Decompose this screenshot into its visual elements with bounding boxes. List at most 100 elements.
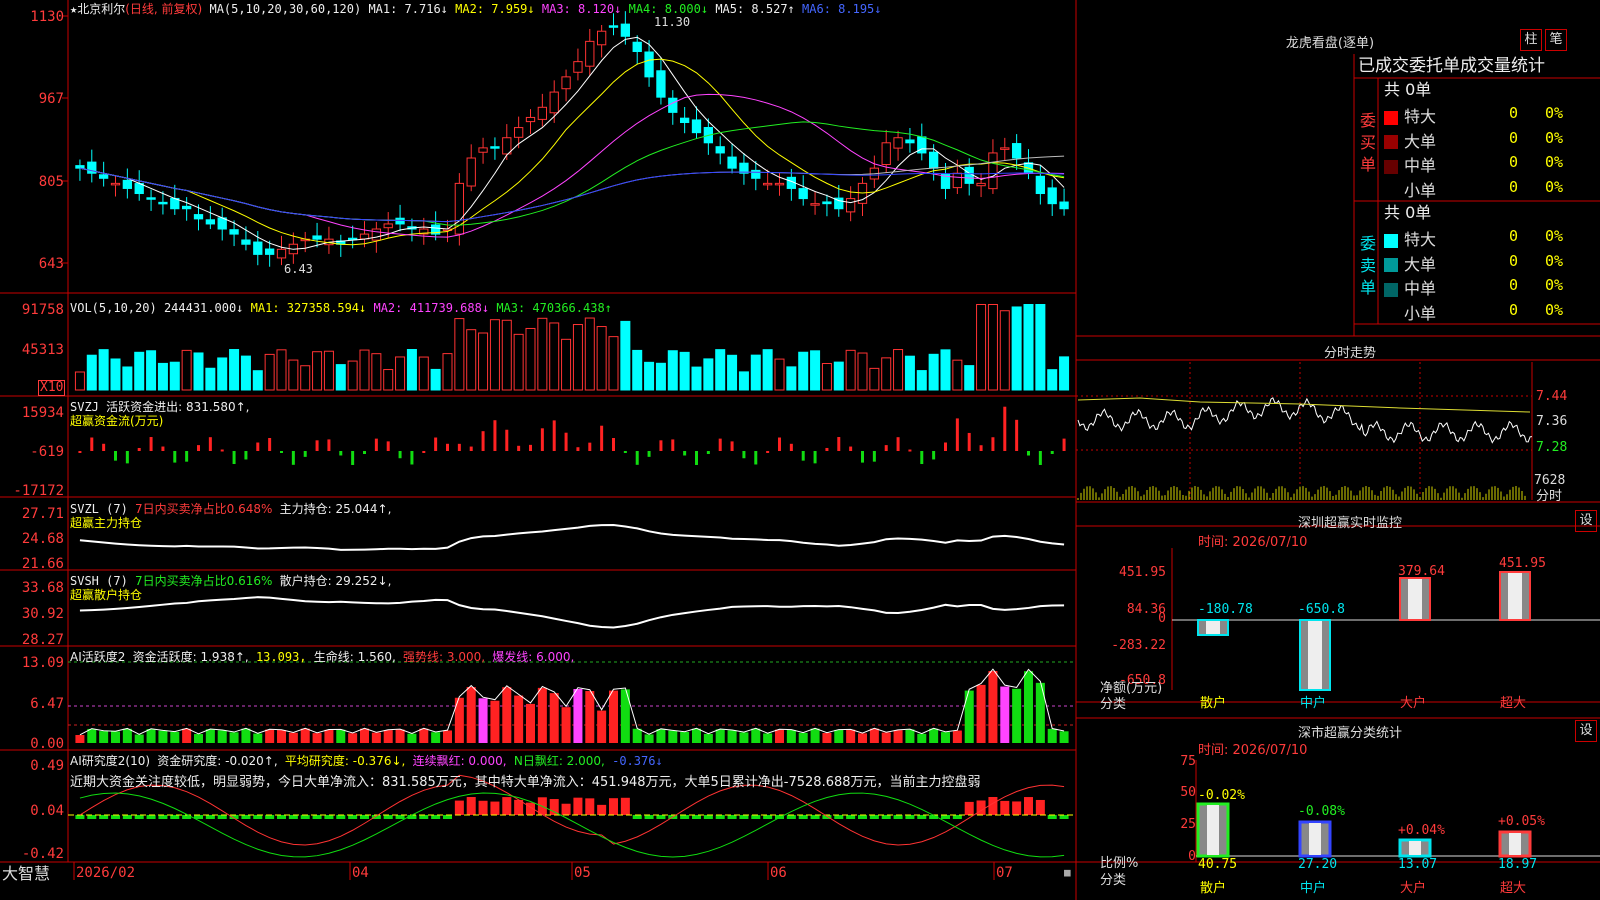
volume-bar [157,362,168,391]
activity-bar [561,707,571,743]
classstat-axis-label: 25 [1180,817,1196,832]
research-bar [597,804,607,815]
buy-row: 大单 [1384,128,1436,152]
classstat-bar-highlight [1207,805,1219,855]
volume-bar [478,332,489,391]
flow-bar [327,439,331,451]
flow-bar [517,445,521,451]
monitor-cat-label: 分类 [1100,697,1127,712]
row-value: 0 [1509,300,1519,319]
candle-body [822,201,832,205]
activity-bar [786,729,796,743]
classstat-settings-button[interactable]: 设 [1575,720,1597,742]
research-bar [549,799,559,815]
research-bar [846,815,856,819]
research-bar [1012,801,1022,815]
candle-body [656,70,666,98]
candle-body [691,119,702,134]
svsh-axis-label: 28.27 [21,632,64,648]
flow-bar [647,451,651,457]
monitor-settings-button[interactable]: 设 [1575,510,1597,532]
monitor-axis-label: 0 [1158,611,1166,626]
vol-header: VOL(5,10,20) 244431.000↓ MA1: 327358.594… [70,301,612,315]
flow-bar [884,445,888,451]
activity-bar [241,728,251,743]
volume-bar [845,349,856,391]
row-percent: 0% [1545,104,1564,122]
candle-body [193,214,204,220]
volume-bar [549,322,560,391]
candle-body [241,239,251,245]
research-bar [893,815,903,819]
ai1-axis-label: 0.00 [30,736,64,752]
volume-bar [430,368,441,391]
flow-bar [351,451,355,465]
row-percent: 0% [1545,153,1564,171]
ai1-t3: 生命线: 1.560, [313,650,396,664]
buy-total: 共 0单 [1384,80,1432,99]
vol-axis-label: 45313 [21,342,64,358]
candle-body [75,165,85,169]
candle-body [146,197,156,200]
volume-bar [122,366,133,391]
activity-bar [703,733,713,743]
flow-bar [268,437,272,451]
flow-bar [576,447,580,451]
buy-row: 特大 [1384,103,1436,127]
volume-bar [205,367,216,391]
candle-body [253,241,263,255]
buy-row: 小单 [1384,177,1436,201]
ai2-header: AI研究度2(10) 资金研究度: -0.020↑, 平均研究度: -0.376… [70,752,663,769]
svsh-axis-label: 30.92 [21,606,64,622]
research-bar [656,815,666,819]
ai1-t5: 爆发线: 6.000, [492,650,575,664]
candle-body [395,217,405,225]
research-bar [466,797,476,815]
ai2-axis-label: 0.49 [30,758,64,774]
svzj-axis-label: 15934 [21,405,64,421]
volume-bar [252,370,263,391]
row-name: 中单 [1404,156,1437,175]
volume-bar [525,327,536,391]
volume-bar [537,317,548,391]
classstat-unit: 比例% [1100,856,1139,871]
dragon-subtitle: 已成交委托单成交量统计 [1358,56,1545,76]
research-bar [739,815,749,819]
activity-bar [146,729,156,743]
volume-bar [715,349,726,391]
tick-button[interactable]: 笔 [1545,29,1567,51]
flow-bar [861,451,864,463]
research-bar [715,815,725,819]
sell-row: 中单 [1384,275,1436,299]
chart-mode[interactable]: (日线, 前复权) [125,2,202,16]
ai1-axis-label: 6.47 [30,696,64,712]
vol-unit[interactable]: X10 [38,380,66,396]
activity-bar [312,733,322,743]
lock-icon[interactable]: ■ [1064,866,1071,880]
research-bar [869,815,879,819]
flow-bar [446,443,449,451]
ma5-value: MA5: 8.527↑ [715,2,795,16]
date-label: 07 [996,865,1013,881]
column-button[interactable]: 柱 [1520,29,1542,51]
flow-bar [600,425,604,451]
activity-bar [917,733,927,743]
volume-bar [632,349,643,391]
research-bar [608,798,619,815]
flow-bar [896,437,900,451]
flow-bar [505,429,509,451]
high-annotation: 11.30 [654,15,691,29]
candle-body [537,106,548,120]
row-value: 0 [1509,227,1519,245]
candle-body [110,182,121,186]
activity-bar [715,729,725,743]
research-bar [1035,799,1045,815]
flow-bar [540,428,544,451]
volume-bar [134,351,145,391]
activity-bar [122,728,132,743]
brand-label[interactable]: 大智慧 [2,864,50,884]
classstat-time: 时间: 2026/07/10 [1198,743,1308,758]
volume-bar [395,356,406,391]
stock-name[interactable]: 北京利尔 [77,2,125,16]
activity-bar [537,687,547,743]
